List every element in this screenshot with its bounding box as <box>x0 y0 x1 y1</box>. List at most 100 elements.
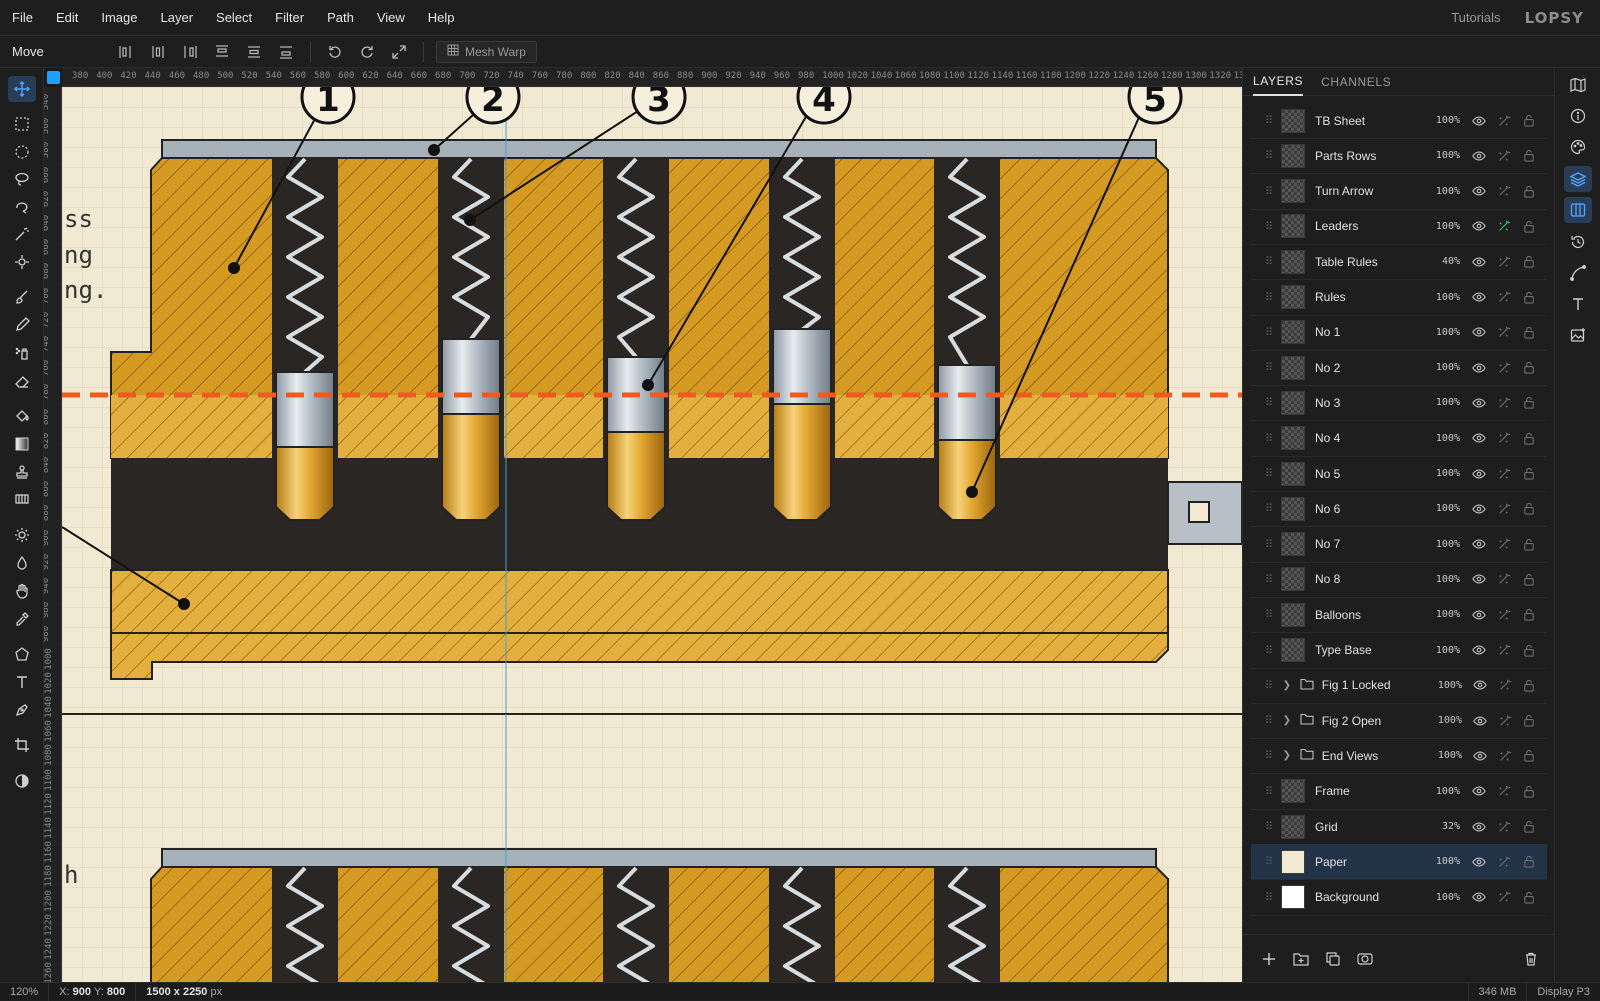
lock-icon[interactable] <box>1516 855 1541 868</box>
layer-row[interactable]: ⠿ Parts Rows 100% <box>1251 138 1547 175</box>
drag-handle-icon[interactable]: ⠿ <box>1261 220 1277 233</box>
layer-row[interactable]: ⠿ Balloons 100% <box>1251 597 1547 634</box>
zoom-level[interactable]: 120% <box>0 982 50 1001</box>
eye-icon[interactable] <box>1466 184 1491 198</box>
fx-icon[interactable] <box>1491 572 1516 586</box>
layer-opacity[interactable]: 100% <box>1426 645 1460 656</box>
eraser-icon[interactable] <box>8 368 36 394</box>
lock-icon[interactable] <box>1516 820 1541 833</box>
eye-icon[interactable] <box>1466 502 1491 516</box>
fx-icon[interactable] <box>1491 890 1516 904</box>
drag-handle-icon[interactable]: ⠿ <box>1261 785 1277 798</box>
lock-icon[interactable] <box>1517 679 1541 692</box>
menu-item-image[interactable]: Image <box>89 10 148 25</box>
lock-icon[interactable] <box>1517 749 1541 763</box>
lock-icon[interactable] <box>1516 185 1541 198</box>
polygon-icon[interactable] <box>8 641 36 667</box>
magnetic-lasso-icon[interactable] <box>8 194 36 220</box>
layer-opacity[interactable]: 100% <box>1426 327 1460 338</box>
layer-row[interactable]: ⠿ No 2 100% <box>1251 350 1547 387</box>
eye-icon[interactable] <box>1466 537 1491 551</box>
lock-icon[interactable] <box>1516 502 1541 515</box>
layer-row[interactable]: ⠿ Rules 100% <box>1251 280 1547 316</box>
crop-icon[interactable] <box>8 732 36 758</box>
gradient-icon[interactable] <box>8 431 36 457</box>
fx-icon[interactable] <box>1491 361 1516 375</box>
drag-handle-icon[interactable]: ⠿ <box>1261 714 1277 727</box>
hand-icon[interactable] <box>8 578 36 604</box>
fx-icon[interactable] <box>1491 325 1516 339</box>
layer-opacity[interactable]: 100% <box>1426 539 1460 550</box>
drag-handle-icon[interactable]: ⠿ <box>1261 432 1277 445</box>
eye-icon[interactable] <box>1466 643 1491 657</box>
eye-icon[interactable] <box>1466 890 1491 904</box>
layer-opacity[interactable]: 100% <box>1426 292 1460 303</box>
menu-item-select[interactable]: Select <box>204 10 263 25</box>
drag-handle-icon[interactable]: ⠿ <box>1261 573 1277 586</box>
lock-icon[interactable] <box>1516 891 1541 904</box>
pen-icon[interactable] <box>8 697 36 723</box>
lock-icon[interactable] <box>1516 291 1541 304</box>
fx-icon[interactable] <box>1491 820 1516 834</box>
align-middle-v-icon[interactable] <box>238 40 270 64</box>
eye-icon[interactable] <box>1466 467 1491 481</box>
eye-icon[interactable] <box>1468 678 1492 692</box>
layer-opacity[interactable]: 100% <box>1429 750 1462 761</box>
paths-icon[interactable] <box>1564 260 1592 286</box>
map-icon[interactable] <box>1564 72 1592 98</box>
eye-icon[interactable] <box>1466 219 1491 233</box>
align-left-icon[interactable] <box>110 40 142 64</box>
eye-icon[interactable] <box>1466 361 1491 375</box>
tab-layers[interactable]: LAYERS <box>1253 68 1304 96</box>
layer-row[interactable]: ⠿ No 3 100% <box>1251 385 1547 422</box>
layer-row[interactable]: ⠿ Background 100% <box>1251 880 1547 916</box>
chevron-right-icon[interactable]: ❯ <box>1283 715 1297 726</box>
quick-select-icon[interactable] <box>8 249 36 275</box>
align-right-icon[interactable] <box>174 40 206 64</box>
info-icon[interactable] <box>1564 103 1592 129</box>
layer-opacity[interactable]: 100% <box>1426 468 1460 479</box>
layer-opacity[interactable]: 40% <box>1426 256 1460 267</box>
align-top-icon[interactable] <box>206 40 238 64</box>
lock-icon[interactable] <box>1516 361 1541 374</box>
drag-handle-icon[interactable]: ⠿ <box>1261 855 1277 868</box>
eye-icon[interactable] <box>1466 255 1491 269</box>
add-layer-icon[interactable] <box>1257 947 1281 971</box>
layer-opacity[interactable]: 100% <box>1426 186 1460 197</box>
fx-icon[interactable] <box>1491 255 1516 269</box>
history-icon[interactable] <box>1564 229 1592 255</box>
mesh-warp-button[interactable]: Mesh Warp <box>436 40 537 63</box>
eye-icon[interactable] <box>1466 855 1491 869</box>
blur-icon[interactable] <box>8 550 36 576</box>
layer-opacity[interactable]: 100% <box>1426 892 1460 903</box>
fx-icon[interactable] <box>1492 714 1516 728</box>
eye-icon[interactable] <box>1466 290 1491 304</box>
fx-icon[interactable] <box>1491 149 1516 163</box>
lock-icon[interactable] <box>1516 608 1541 621</box>
expand-icon[interactable] <box>383 40 415 64</box>
align-center-h-icon[interactable] <box>142 40 174 64</box>
drag-handle-icon[interactable]: ⠿ <box>1261 502 1277 515</box>
drag-handle-icon[interactable]: ⠿ <box>1261 396 1277 409</box>
drag-handle-icon[interactable]: ⠿ <box>1261 608 1277 621</box>
vertical-ruler[interactable]: 540 560 580 600 620 640 660 680 700 720 740 760 780 8… <box>44 87 62 982</box>
chevron-right-icon[interactable]: ❯ <box>1283 750 1297 761</box>
fx-icon[interactable] <box>1491 396 1516 410</box>
lock-icon[interactable] <box>1516 644 1541 657</box>
fx-icon[interactable] <box>1491 467 1516 481</box>
drag-handle-icon[interactable]: ⠿ <box>1261 820 1277 833</box>
ellipse-select-icon[interactable] <box>8 139 36 165</box>
pattern-icon[interactable] <box>8 486 36 512</box>
lasso-icon[interactable] <box>8 166 36 192</box>
layer-row[interactable]: ⠿ TB Sheet 100% <box>1251 103 1547 139</box>
brush-icon[interactable] <box>8 284 36 310</box>
fx-icon[interactable] <box>1491 502 1516 516</box>
layer-opacity[interactable]: 100% <box>1426 786 1460 797</box>
menu-item-help[interactable]: Help <box>416 10 466 25</box>
layer-row[interactable]: ⠿ Leaders 100% <box>1251 209 1547 245</box>
layer-group-row[interactable]: ⠿ ❯ End Views 100% <box>1251 738 1547 775</box>
magic-wand-icon[interactable] <box>8 221 36 247</box>
eye-icon[interactable] <box>1466 325 1491 339</box>
fx-icon[interactable] <box>1491 431 1516 445</box>
canvas-area[interactable]: 380 400 420 440 460 480 500 520 540 560 580 600 620 6… <box>44 68 1242 982</box>
